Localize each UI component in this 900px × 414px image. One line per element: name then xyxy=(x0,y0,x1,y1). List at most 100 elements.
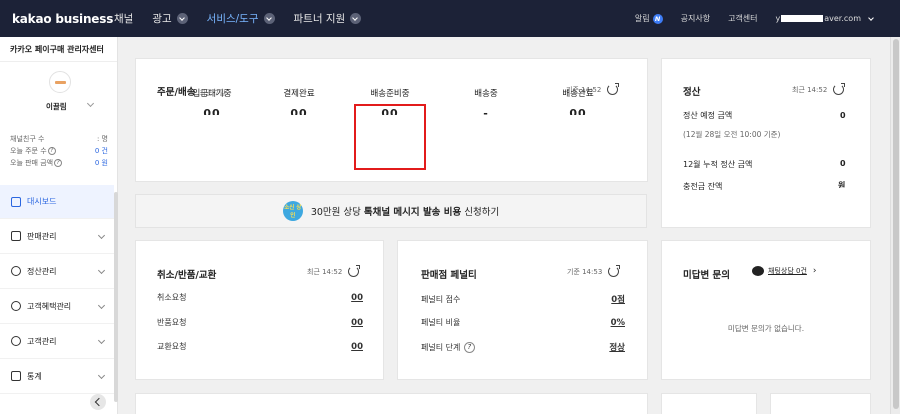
store-avatar xyxy=(49,71,71,93)
expected-settlement-date: (12월 28일 오전 10:00 기준) xyxy=(683,130,781,139)
sidebar-item-settlement[interactable]: 정산관리 xyxy=(0,254,114,289)
row-value[interactable]: 정상 xyxy=(609,341,625,353)
status-count[interactable]: - xyxy=(441,105,531,115)
row-label: 페널티 단계 xyxy=(421,342,461,352)
status-label: 결제완료 xyxy=(283,89,315,99)
sidebar-item-statistics[interactable]: 통계 xyxy=(0,359,114,394)
store-name[interactable]: 이끌림 xyxy=(46,101,67,112)
alerts-link[interactable]: 알림 N xyxy=(635,13,663,24)
coin-stack-icon xyxy=(11,266,21,276)
sidebar-title: 카카오 페이구매 관리자센터 xyxy=(0,37,117,62)
kakao-business-logo[interactable]: kakao business xyxy=(12,12,114,26)
row-value[interactable]: 0% xyxy=(611,318,625,328)
status-count[interactable]: 00 xyxy=(533,105,623,115)
timestamp-text: 최근 14:52 xyxy=(307,267,343,276)
nav-ads[interactable]: 광고 xyxy=(152,11,188,26)
return-request-row: 반품요청 00 xyxy=(157,317,363,328)
empty-inquiry-message: 미답변 문의가 없습니다. xyxy=(727,324,805,333)
row-value[interactable]: 00 xyxy=(351,318,363,328)
stat-label: 오늘 판매 금액 xyxy=(10,159,54,167)
sidebar-item-customers[interactable]: 고객관리 xyxy=(0,324,114,359)
timestamp-text: 기준 14:53 xyxy=(567,267,603,276)
banner-suffix: 신청하기 xyxy=(464,207,500,218)
row-value[interactable]: 00 xyxy=(351,342,363,352)
order-status-delivered[interactable]: 배송완료 00 xyxy=(533,87,623,115)
charge-balance-value: 원 xyxy=(838,181,846,188)
chevron-down-icon xyxy=(176,13,188,24)
settlement-card-title: 정산 xyxy=(683,87,701,98)
order-status-shipping[interactable]: 배송중 - xyxy=(441,87,531,115)
help-icon[interactable]: ? xyxy=(54,159,63,167)
monthly-settlement-value[interactable]: 0 xyxy=(840,159,870,167)
top-nav-utilities: 알림 N 공지사항 고객센터 y aver.com xyxy=(617,0,874,37)
chevron-down-icon xyxy=(97,231,106,240)
new-badge: N xyxy=(652,13,663,24)
refresh-icon[interactable] xyxy=(348,265,361,277)
small-merchant-badge-icon: 소신 상인 xyxy=(282,201,303,221)
support-link[interactable]: 고객센터 xyxy=(728,13,757,24)
chevron-down-icon xyxy=(263,13,275,24)
account-menu[interactable]: y aver.com xyxy=(776,13,874,24)
expected-settlement-label: 정산 예정 금액 xyxy=(683,111,733,120)
notice-link[interactable]: 공지사항 xyxy=(681,13,710,24)
account-email-prefix: y xyxy=(775,14,781,23)
stat-label: 오늘 주문 수 xyxy=(10,147,47,155)
nav-partner-support[interactable]: 파트너 지원 xyxy=(294,11,362,26)
points-icon xyxy=(11,301,21,311)
stat-value[interactable]: 0 원 xyxy=(95,158,108,168)
row-value[interactable]: 00 xyxy=(351,293,363,303)
status-count[interactable]: 00 xyxy=(254,105,344,115)
chevron-down-icon xyxy=(97,336,106,345)
cancel-request-row: 취소요청 00 xyxy=(157,292,363,303)
collapse-sidebar-button[interactable] xyxy=(90,394,106,410)
order-status-paid[interactable]: 결제완료 00 xyxy=(254,87,344,115)
page-scrollbar[interactable] xyxy=(890,37,900,414)
row-value[interactable]: 0점 xyxy=(611,293,625,305)
row-label: 교환요청 xyxy=(157,342,187,351)
help-icon[interactable]: ? xyxy=(463,341,475,353)
chevron-down-icon xyxy=(97,301,106,310)
status-count[interactable]: 00 xyxy=(167,105,257,115)
expected-settlement-value[interactable]: 0 xyxy=(840,111,870,119)
status-label: 입금대기중 xyxy=(192,89,232,99)
person-icon xyxy=(11,336,21,346)
refresh-icon[interactable] xyxy=(833,83,846,95)
chat-consult-link[interactable]: 채팅상담 0건 › xyxy=(752,266,817,276)
stat-value[interactable]: 0 건 xyxy=(95,146,108,156)
sidebar-item-label: 고객혜택관리 xyxy=(27,301,72,311)
help-icon[interactable]: ? xyxy=(47,147,56,155)
charge-balance-label: 충전금 잔액 xyxy=(683,182,723,191)
promo-banner[interactable]: 소신 상인 30만원 상당 톡채널 메시지 발송 비용 신청하기 xyxy=(135,194,647,228)
nav-services-label: 서비스/도구 xyxy=(206,13,259,25)
refresh-icon[interactable] xyxy=(608,265,621,277)
chat-consult-count: 채팅상담 0건 xyxy=(768,267,807,275)
store-penalty-card xyxy=(397,240,648,380)
sidebar-item-benefits[interactable]: 고객혜택관리 xyxy=(0,289,114,324)
row-label: 반품요청 xyxy=(157,318,187,327)
penalty-card-title: 판매점 페널티 xyxy=(421,270,477,281)
nav-services-tools[interactable]: 서비스/도구 xyxy=(207,11,275,26)
penalty-score-row: 페널티 점수 0점 xyxy=(421,293,625,306)
row-label: 페널티 점수 xyxy=(421,294,461,304)
sidebar-menu: 대시보드 판매관리 정산관리 고객혜택관리 고객관리 통계 xyxy=(0,185,114,394)
row-label: 취소요청 xyxy=(157,293,187,302)
chat-bubble-icon xyxy=(752,266,764,276)
sidebar-stats: 채널친구 수 : 명 오늘 주문 수? 0 건 오늘 판매 금액? 0 원 xyxy=(10,133,108,169)
nav-ads-label: 광고 xyxy=(152,13,172,25)
chevron-down-icon xyxy=(866,13,874,24)
stat-today-sales: 오늘 판매 금액? 0 원 xyxy=(10,157,108,169)
banner-prefix: 30만원 상당 xyxy=(310,207,361,218)
sidebar-item-dashboard[interactable]: 대시보드 xyxy=(0,185,114,219)
stat-value: : 명 xyxy=(96,135,108,143)
nav-partner-label: 파트너 지원 xyxy=(293,13,346,25)
nav-channel[interactable]: 채널 xyxy=(114,11,133,26)
chevron-down-icon[interactable] xyxy=(86,99,95,108)
sidebar-item-sales[interactable]: 판매관리 xyxy=(0,219,114,254)
sidebar-item-label: 통계 xyxy=(27,371,42,381)
settlement-card-timestamp: 최근 14:52 xyxy=(792,83,846,95)
top-navigation-bar: kakao business 채널 광고 서비스/도구 파트너 지원 알림 N 공… xyxy=(0,0,900,37)
lower-card xyxy=(135,393,648,414)
stat-label: 채널친구 수 xyxy=(10,135,45,143)
lower-card xyxy=(770,393,871,414)
order-status-pending-deposit[interactable]: 입금대기중 00 xyxy=(167,87,257,115)
